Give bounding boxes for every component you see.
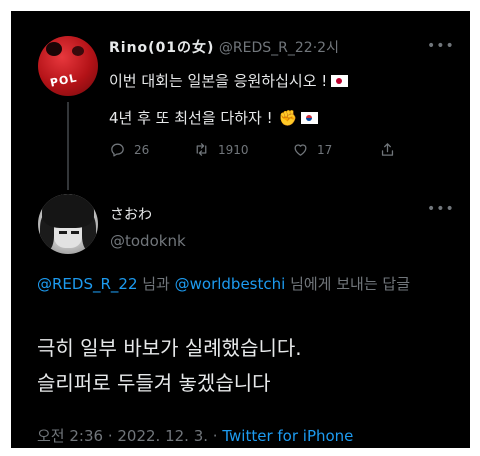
retweet-button[interactable]: 1910 — [193, 141, 249, 158]
tweet-text: 이번 대회는 일본을 응원하십시오 ! — [109, 72, 328, 90]
display-name[interactable]: さおわ — [110, 204, 152, 224]
timestamp[interactable]: 2시 — [317, 40, 339, 56]
handle[interactable]: @todoknk — [110, 232, 186, 250]
heart-icon — [294, 144, 307, 156]
reply-icon — [111, 143, 124, 157]
tweet-text-line-2: 4년 후 또 최선을 다하자 ! ✊ — [109, 107, 319, 128]
share-button[interactable] — [379, 141, 404, 158]
thread-connector — [67, 102, 69, 190]
separator: · — [208, 427, 223, 445]
retweet-icon — [196, 143, 207, 156]
replying-text: 님에게 보내는 답글 — [285, 275, 411, 293]
tweet-text-line-2: 슬리퍼로 두들겨 놓겠습니다 — [37, 371, 271, 395]
retweet-count: 1910 — [218, 142, 249, 157]
fist-icon: ✊ — [278, 109, 298, 127]
flag-japan-icon — [331, 75, 349, 87]
separator: · — [103, 427, 118, 445]
tweet-text: 4년 후 또 최선을 다하자 ! — [109, 109, 273, 127]
tweet-screenshot: POL Rino(01の女) @REDS_R_22·2시 ••• 이번 대회는 … — [11, 11, 470, 448]
tweet-header: Rino(01の女) @REDS_R_22·2시 — [109, 37, 339, 57]
handle[interactable]: @REDS_R_22 — [219, 40, 313, 56]
replying-to: @REDS_R_22 님과 @worldbestchi 님에게 보내는 답글 — [37, 273, 457, 296]
reply-button[interactable]: 26 — [109, 141, 149, 158]
mention-link[interactable]: @worldbestchi — [175, 275, 286, 293]
mention-link[interactable]: @REDS_R_22 — [37, 275, 137, 293]
tweet-metadata: 오전 2:36 · 2022. 12. 3. · Twitter for iPh… — [37, 425, 353, 446]
avatar-shirt-text: POL — [48, 71, 79, 90]
like-count: 17 — [317, 142, 333, 157]
tweet-source-link[interactable]: Twitter for iPhone — [222, 427, 353, 445]
display-name[interactable]: Rino(01の女) — [109, 40, 214, 56]
tweet-text-line-1: 이번 대회는 일본을 응원하십시오 ! — [109, 70, 349, 91]
tweet-date[interactable]: 2022. 12. 3. — [117, 427, 208, 445]
replying-text: 님과 — [137, 275, 175, 293]
avatar[interactable] — [38, 194, 98, 254]
tweet-time[interactable]: 오전 2:36 — [37, 427, 103, 445]
reply-count: 26 — [134, 142, 150, 157]
like-button[interactable]: 17 — [292, 141, 332, 158]
tweet-actions: 26 1910 17 — [109, 141, 439, 161]
more-options-icon[interactable]: ••• — [427, 38, 455, 54]
flag-korea-icon — [301, 112, 319, 124]
share-icon — [381, 143, 394, 156]
tweet-text-line-1: 극히 일부 바보가 실례했습니다. — [37, 336, 302, 360]
more-options-icon[interactable]: ••• — [427, 201, 455, 217]
avatar[interactable]: POL — [38, 36, 98, 96]
